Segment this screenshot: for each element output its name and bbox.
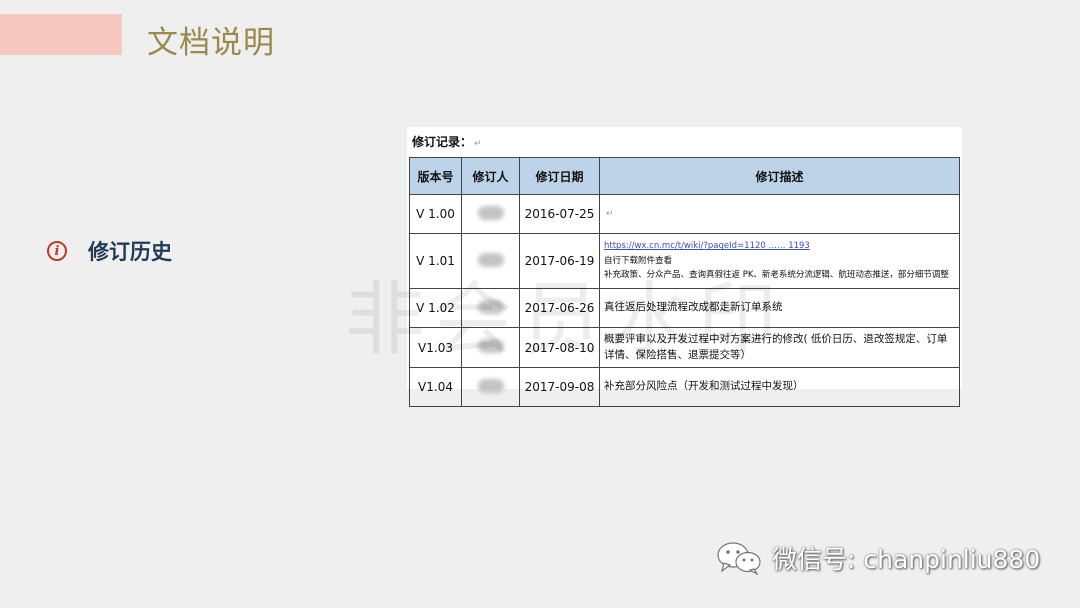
blurred-name <box>477 378 504 393</box>
wechat-icon <box>717 542 761 575</box>
version-cell: V 1.00 <box>409 194 462 234</box>
column-header-date: 修订日期 <box>519 157 600 195</box>
wiki-link[interactable]: https://wx.cn.mc/t/wiki/?pageId=1120 …… … <box>604 239 955 253</box>
description-cell: 补充部分风险点（开发和测试过程中发现） <box>599 367 960 407</box>
description-cell: ↵ <box>599 194 960 234</box>
section-label: 修订历史 <box>88 240 172 264</box>
date-cell: 2017-09-08 <box>519 367 600 407</box>
table-row: V 1.00 2016-07-25 ↵ <box>409 194 960 234</box>
column-header-version: 版本号 <box>409 157 462 195</box>
page-title: 文档说明 <box>147 25 275 61</box>
section-heading: i 修订历史 <box>47 236 172 266</box>
watermark-text: 非会员水印 <box>345 273 785 366</box>
title-accent-bar <box>0 14 122 55</box>
version-cell: V1.04 <box>409 367 462 407</box>
info-icon: i <box>47 241 67 261</box>
reviser-cell <box>461 367 520 407</box>
wechat-id-text: 微信号: chanpinliu880 <box>772 545 1041 574</box>
reviser-cell <box>461 194 520 234</box>
date-cell: 2016-07-25 <box>519 194 600 234</box>
table-row: V1.04 2017-09-08 补充部分风险点（开发和测试过程中发现） <box>409 367 960 407</box>
revision-record-heading: 修订记录： ↵ <box>412 135 482 149</box>
footer-wechat: 微信号: chanpinliu880 <box>716 540 1040 576</box>
table-header-row: 版本号 修订人 修订日期 修订描述 <box>409 157 960 195</box>
blurred-name <box>477 205 504 220</box>
column-header-description: 修订描述 <box>599 157 960 195</box>
column-header-reviser: 修订人 <box>461 157 520 195</box>
